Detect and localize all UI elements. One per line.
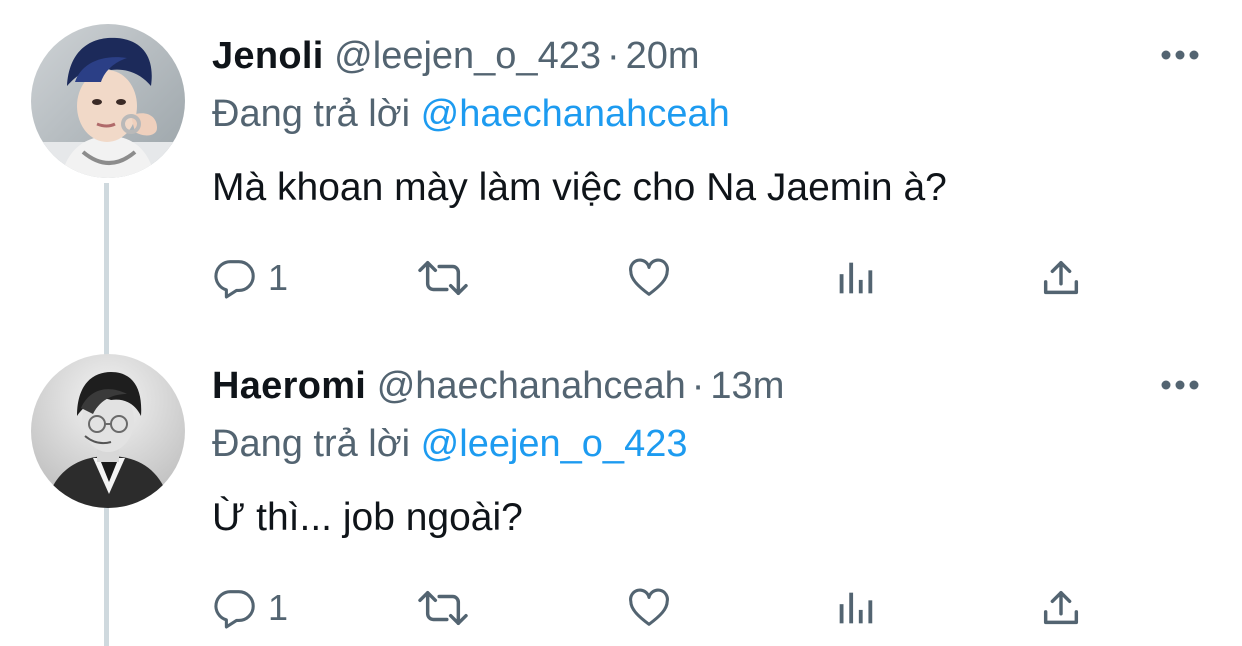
share-button[interactable] [1038, 248, 1084, 308]
avatar-photo [31, 354, 185, 508]
tweet[interactable]: Haeromi @haechanahceah · 13m Đang trả lời … [0, 330, 1242, 646]
like-button[interactable] [626, 248, 672, 308]
like-icon [629, 588, 669, 626]
avatar[interactable] [31, 24, 185, 178]
reply-button[interactable]: 1 [212, 248, 288, 308]
tweet-actions: 1 [212, 248, 1202, 308]
reply-icon [214, 260, 255, 299]
tweet-text: Ừ thì... job ngoài? [212, 496, 523, 539]
replying-to: Đang trả lời @haechanahceah [212, 90, 730, 138]
replying-to-label: Đang trả lời [212, 93, 411, 135]
avatar[interactable] [31, 354, 185, 508]
retweet-button[interactable] [414, 248, 472, 308]
separator-dot: · [691, 365, 705, 407]
views-button[interactable] [832, 248, 878, 308]
views-icon [839, 592, 873, 624]
tweet-actions: 1 [212, 578, 1202, 638]
more-icon[interactable] [1158, 42, 1202, 68]
replying-to-label: Đang trả lời [212, 423, 411, 465]
views-button[interactable] [832, 578, 878, 638]
replying-to-mention[interactable]: @leejen_o_423 [421, 423, 688, 465]
share-icon [1043, 260, 1079, 295]
like-button[interactable] [626, 578, 672, 638]
display-name[interactable]: Haeromi [212, 365, 366, 407]
reply-icon [214, 590, 255, 629]
tweet[interactable]: Jenoli @leejen_o_423 · 20m Đang trả lời @h… [0, 0, 1242, 330]
reply-count: 1 [268, 257, 289, 298]
display-name[interactable]: Jenoli [212, 35, 324, 77]
tweet-header: Haeromi @haechanahceah · 13m [212, 362, 784, 410]
reply-count: 1 [268, 587, 289, 628]
retweet-icon [418, 260, 468, 296]
user-handle[interactable]: @leejen_o_423 [334, 35, 601, 77]
share-icon [1043, 590, 1079, 625]
share-button[interactable] [1038, 578, 1084, 638]
retweet-button[interactable] [414, 578, 472, 638]
more-icon[interactable] [1158, 372, 1202, 398]
replying-to: Đang trả lời @leejen_o_423 [212, 420, 687, 468]
separator-dot: · [606, 35, 620, 77]
like-icon [629, 258, 669, 296]
user-handle[interactable]: @haechanahceah [377, 365, 686, 407]
tweet-text: Mà khoan mày làm việc cho Na Jaemin à? [212, 166, 947, 209]
tweet-header: Jenoli @leejen_o_423 · 20m [212, 32, 700, 80]
reply-button[interactable]: 1 [212, 578, 288, 638]
views-icon [839, 262, 873, 294]
retweet-icon [418, 590, 468, 626]
timestamp[interactable]: 13m [710, 365, 784, 407]
avatar-photo [31, 24, 185, 178]
timestamp[interactable]: 20m [626, 35, 700, 77]
replying-to-mention[interactable]: @haechanahceah [421, 93, 730, 135]
